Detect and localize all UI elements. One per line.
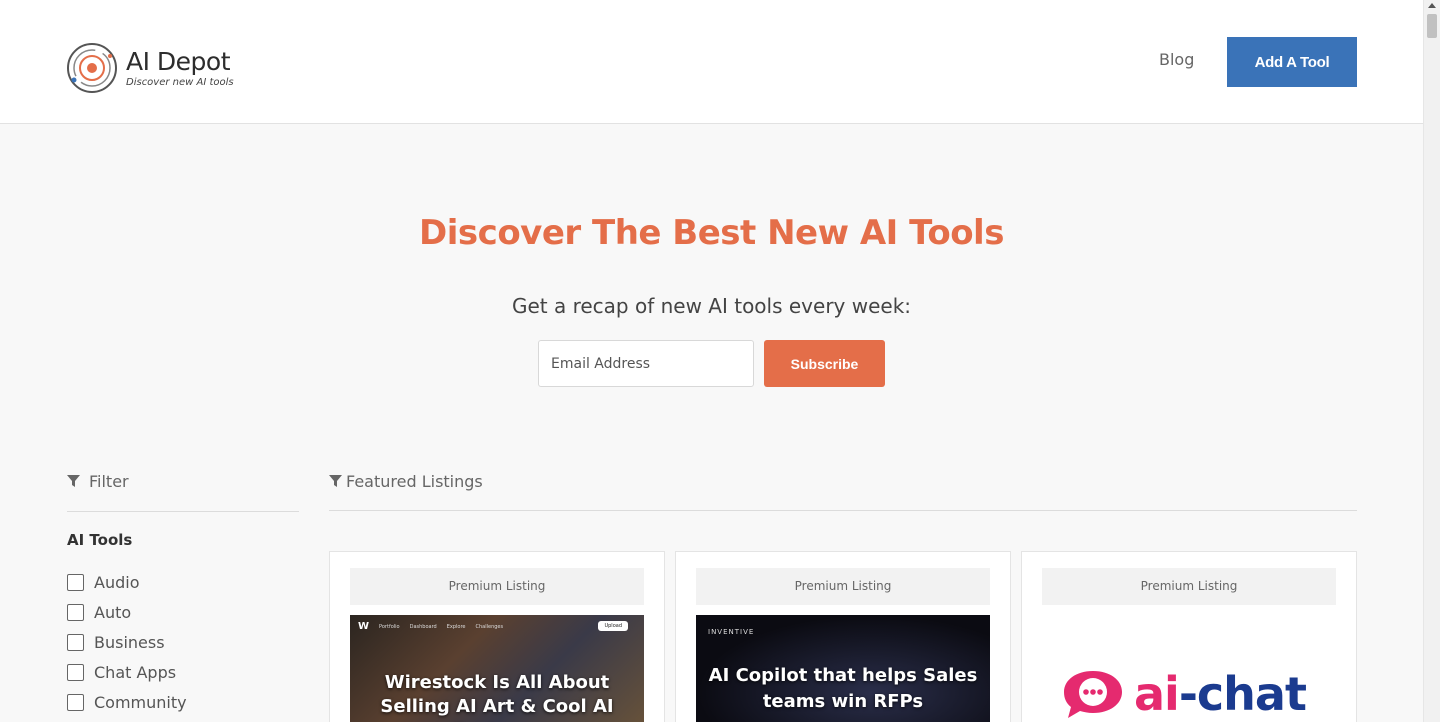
thumbnail-nav-item: Portfolio [379, 623, 400, 630]
ai-chat-logo: ai-chat [1060, 667, 1307, 721]
featured-heading: Featured Listings [329, 472, 483, 491]
featured-label: Featured Listings [346, 472, 483, 491]
category-chat-apps[interactable]: Chat Apps [67, 657, 187, 687]
thumbnail-nav-item: Challenges [475, 623, 504, 630]
wordmark-part: ai [1134, 667, 1180, 721]
page-scrollbar[interactable] [1423, 0, 1440, 722]
filter-heading: Filter [67, 472, 129, 491]
orbit-logo-icon [67, 43, 117, 93]
listing-card-ai-chat[interactable]: Premium Listing ai-chat [1021, 551, 1357, 722]
category-label: Business [94, 632, 165, 652]
add-tool-button[interactable]: Add A Tool [1227, 37, 1357, 87]
listing-thumbnail[interactable]: INVENTIVE AI Copilot that helps Sales te… [696, 615, 990, 722]
thumbnail-caption: Wirestock Is All About Selling AI Art & … [380, 672, 614, 722]
checkbox[interactable] [67, 693, 84, 711]
category-audio[interactable]: Audio [67, 568, 187, 598]
wirestock-logo-icon: W [358, 621, 370, 632]
divider [67, 511, 299, 512]
premium-badge: Premium Listing [1042, 568, 1336, 605]
divider [329, 510, 1357, 511]
hero-subtitle: Get a recap of new AI tools every week: [511, 294, 912, 318]
funnel-icon [67, 475, 80, 487]
premium-badge: Premium Listing [696, 568, 990, 605]
listing-card-inventive[interactable]: Premium Listing INVENTIVE AI Copilot tha… [675, 551, 1011, 722]
subscribe-button[interactable]: Subscribe [764, 340, 885, 387]
thumbnail-nav: W Portfolio Dashboard Explore Challenges [358, 621, 503, 632]
premium-badge: Premium Listing [350, 568, 644, 605]
thumbnail-caption: AI Copilot that helps Sales teams win RF… [708, 665, 978, 712]
category-business[interactable]: Business [67, 628, 187, 658]
thumbnail-nav-item: Explore [446, 623, 466, 630]
logo-title: AI Depot [126, 47, 231, 76]
checkbox[interactable] [67, 663, 84, 681]
checkbox[interactable] [67, 633, 84, 651]
category-label: Auto [94, 603, 132, 623]
scroll-thumb[interactable] [1427, 14, 1437, 38]
nav-blog-link[interactable]: Blog [1159, 50, 1194, 69]
thumbnail-nav-item: Dashboard [409, 623, 437, 630]
hero-title: Discover The Best New AI Tools [419, 213, 1004, 253]
logo-tagline: Discover new AI tools [126, 77, 234, 88]
filter-label: Filter [89, 472, 129, 491]
category-community[interactable]: Community [67, 687, 187, 717]
funnel-icon [329, 475, 342, 487]
checkbox[interactable] [67, 574, 84, 592]
category-label: Chat Apps [94, 662, 177, 682]
listing-card-wirestock[interactable]: Premium Listing W Portfolio Dashboard Ex… [329, 551, 665, 722]
thumbnail-upload-button: Upload [598, 621, 628, 631]
category-label: Community [94, 692, 187, 712]
category-label: Audio [94, 573, 140, 593]
wordmark-part: -chat [1178, 667, 1307, 721]
checkbox[interactable] [67, 604, 84, 622]
listing-thumbnail[interactable]: W Portfolio Dashboard Explore Challenges… [350, 615, 644, 722]
category-list: Audio Auto Business Chat Apps Community [67, 568, 187, 717]
ai-chat-wordmark: ai-chat [1134, 667, 1307, 721]
filter-group-title: AI Tools [67, 531, 133, 549]
category-auto[interactable]: Auto [67, 598, 187, 628]
chat-bubble-icon [1064, 671, 1122, 718]
scroll-up-arrow-icon[interactable] [1428, 3, 1436, 8]
email-field[interactable] [538, 340, 754, 387]
thumbnail-brand: INVENTIVE [708, 628, 755, 636]
listing-thumbnail[interactable]: ai-chat [1042, 615, 1336, 722]
site-header: AI Depot Discover new AI tools Blog Add … [0, 0, 1423, 124]
logo-link[interactable]: AI Depot Discover new AI tools [66, 42, 234, 94]
